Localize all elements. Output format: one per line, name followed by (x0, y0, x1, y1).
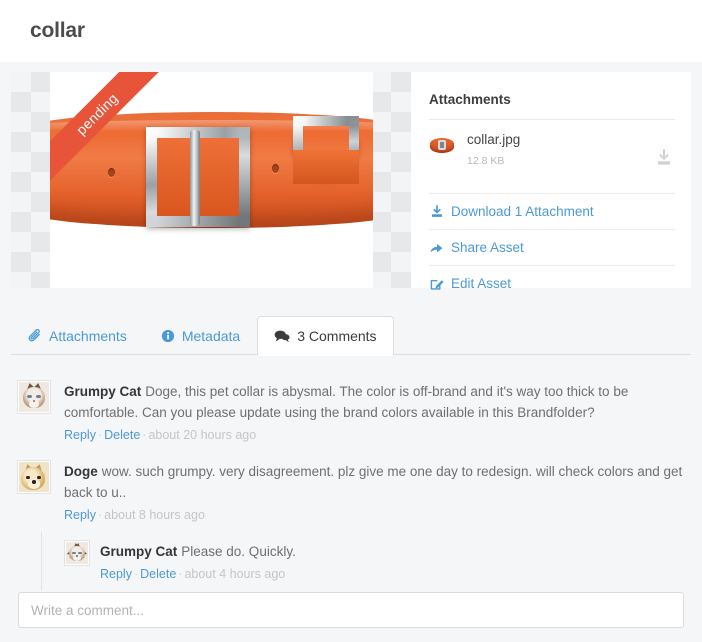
comment-input[interactable] (18, 592, 684, 628)
comment-reply-link[interactable]: Reply (64, 428, 96, 442)
comment-text: Doge wow. such grumpy. very disagreement.… (64, 461, 687, 503)
edit-pencil-icon (429, 277, 444, 291)
share-arrow-icon (429, 241, 444, 255)
asset-preview-card: pending Attachments collar.jpg 12.8 KB D… (11, 72, 691, 291)
comment-timestamp: about 8 hours ago (104, 508, 205, 522)
d-ring-mask (293, 150, 359, 184)
edit-asset-label: Edit Asset (451, 276, 512, 291)
attachments-panel: Attachments collar.jpg 12.8 KB Download … (411, 72, 691, 291)
comment-actions: Reply · Delete · about 20 hours ago (64, 428, 257, 442)
comment-bubbles-icon (274, 329, 290, 343)
tab-metadata[interactable]: Metadata (144, 316, 257, 355)
tab-attachments[interactable]: Attachments (11, 316, 144, 355)
comment-item: Grumpy Cat Doge, this pet collar is abysm… (11, 372, 691, 452)
comment-delete-link[interactable]: Delete (104, 428, 140, 442)
edit-asset-button[interactable]: Edit Asset (429, 265, 675, 301)
comment-author: Grumpy Cat (100, 544, 178, 559)
comment-author: Doge (64, 464, 98, 479)
tab-attachments-label: Attachments (49, 328, 127, 344)
tab-metadata-label: Metadata (181, 328, 241, 344)
asset-image-viewer[interactable]: pending (11, 72, 411, 288)
attachments-panel-title: Attachments (429, 92, 511, 107)
grumpy-cat-avatar (17, 380, 51, 414)
comments-list: Grumpy Cat Doge, this pet collar is abysm… (11, 372, 691, 591)
download-attachment-label: Download 1 Attachment (451, 204, 594, 219)
attachment-filesize: 12.8 KB (467, 155, 505, 167)
comment-message: Doge, this pet collar is abysmal. The co… (64, 384, 629, 420)
comment-message: wow. such grumpy. very disagreement. plz… (64, 464, 683, 500)
comment-message: Please do. Quickly. (181, 544, 296, 559)
asset-tabs: Attachments Metadata 3 Comments (11, 316, 691, 356)
comment-text: Grumpy Cat Please do. Quickly. (100, 541, 687, 562)
tab-comments-label: 3 Comments (297, 328, 377, 344)
attachment-filename: collar.jpg (467, 132, 521, 147)
page-header: collar (0, 0, 702, 62)
doge-avatar (17, 460, 51, 494)
comment-author: Grumpy Cat (64, 384, 142, 399)
download-icon[interactable] (655, 149, 673, 167)
share-asset-label: Share Asset (451, 240, 524, 255)
buckle-tongue (190, 130, 200, 226)
comment-delete-link[interactable]: Delete (140, 567, 176, 581)
paperclip-icon (28, 329, 42, 343)
comment-reply-link[interactable]: Reply (100, 567, 132, 581)
comment-reply-link[interactable]: Reply (64, 508, 96, 522)
tab-comments[interactable]: 3 Comments (257, 316, 394, 356)
download-icon (429, 204, 444, 219)
info-circle-icon (161, 329, 175, 343)
asset-image[interactable]: pending (50, 72, 373, 288)
page-title: collar (30, 19, 85, 42)
comment-item: Doge wow. such grumpy. very disagreement.… (11, 452, 691, 532)
comment-item-nested: Grumpy Cat Please do. Quickly. Reply · Dele… (41, 532, 691, 591)
comment-timestamp: about 20 hours ago (148, 428, 257, 442)
collar-hole (272, 164, 279, 173)
collar-thumbnail-icon (429, 132, 455, 158)
collar-hole (108, 168, 115, 177)
comment-timestamp: about 4 hours ago (184, 567, 286, 581)
share-asset-button[interactable]: Share Asset (429, 229, 675, 265)
comment-actions: Reply · Delete · about 4 hours ago (100, 567, 286, 581)
comment-box (18, 592, 684, 628)
attachment-item[interactable]: collar.jpg 12.8 KB (429, 119, 675, 179)
grumpy-cat-avatar (64, 540, 90, 566)
comment-actions: Reply · about 8 hours ago (64, 508, 205, 522)
comment-text: Grumpy Cat Doge, this pet collar is abysm… (64, 381, 687, 423)
download-attachment-button[interactable]: Download 1 Attachment (429, 193, 675, 229)
